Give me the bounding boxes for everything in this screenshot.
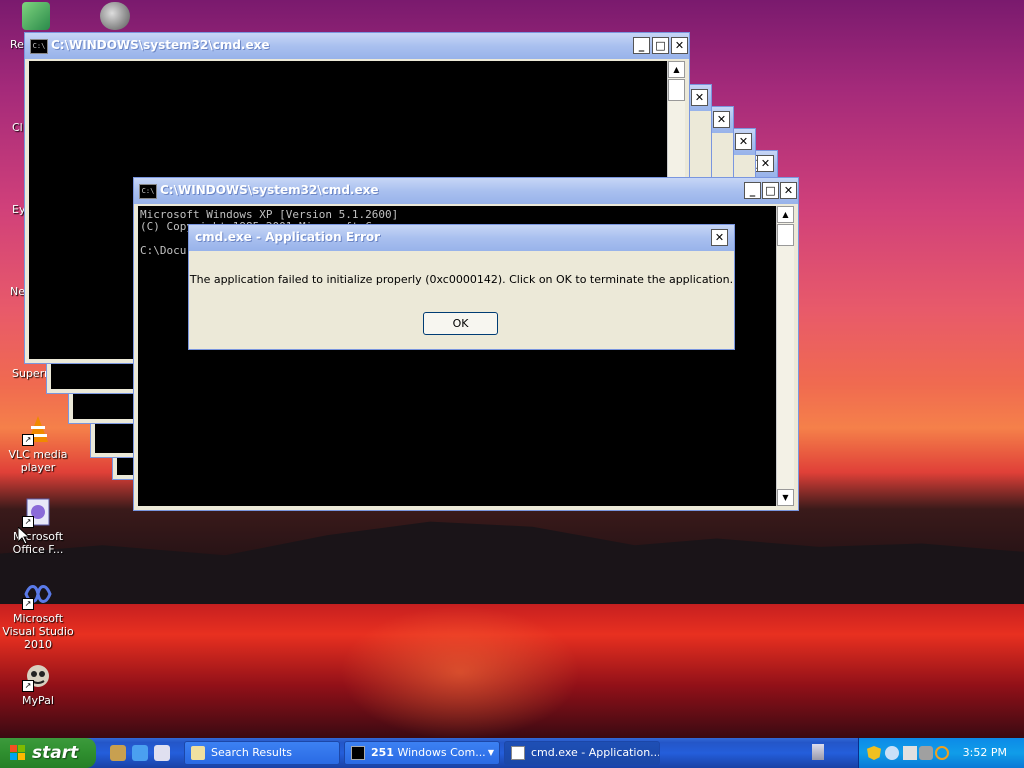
mypal-icon: ↗ [22, 660, 54, 692]
close-icon[interactable]: ✕ [780, 182, 797, 199]
taskbar-button-search-results[interactable]: Search Results [184, 741, 340, 765]
wallpaper-sun-reflection [340, 605, 580, 738]
desktop-icon-office[interactable]: ↗ Microsoft Office F... [0, 496, 76, 556]
security-shield-icon[interactable] [867, 746, 881, 760]
start-button[interactable]: start [0, 738, 96, 768]
windows-logo-icon [10, 745, 25, 760]
search-icon[interactable] [935, 746, 949, 760]
tray-app-icon[interactable] [919, 746, 933, 760]
tray-network-icon[interactable] [903, 746, 917, 760]
window-title: C:\WINDOWS\system32\cmd.exe [51, 38, 270, 52]
wallpaper-hills [0, 521, 1024, 604]
taskbar-button-cmd-error[interactable]: cmd.exe - Application... [504, 741, 660, 765]
close-icon[interactable]: ✕ [735, 133, 752, 150]
maximize-icon[interactable]: □ [762, 182, 779, 199]
shortcut-arrow-icon: ↗ [22, 598, 34, 610]
icon-label: MyPal [22, 694, 54, 707]
taskbar-button-windows-command[interactable]: 251 Windows Com... ▼ [344, 741, 500, 765]
network-icon[interactable] [812, 744, 824, 760]
folder-search-icon [191, 746, 205, 760]
application-error-dialog[interactable]: cmd.exe - Application Error ✕ The applic… [188, 224, 735, 350]
dialog-title-bar[interactable]: cmd.exe - Application Error [189, 225, 734, 251]
title-bar[interactable]: C:\ C:\WINDOWS\system32\cmd.exe [25, 33, 689, 59]
maximize-icon[interactable]: □ [652, 37, 669, 54]
close-icon[interactable]: ✕ [713, 111, 730, 128]
close-icon[interactable]: ✕ [671, 37, 688, 54]
desktop-icon-vlc[interactable]: ↗ VLC media player [0, 414, 76, 474]
taskbar: start Search Results 251 Windows Com... … [0, 738, 1024, 768]
mouse-cursor-icon [18, 527, 30, 545]
scroll-up-icon[interactable]: ▲ [668, 61, 685, 78]
recycle-bin-icon[interactable] [22, 2, 50, 30]
tray-app-icon[interactable] [885, 746, 899, 760]
quicklaunch-ie-icon[interactable] [132, 745, 148, 761]
window-title: C:\WINDOWS\system32\cmd.exe [160, 183, 379, 197]
scroll-down-icon[interactable]: ▼ [777, 489, 794, 506]
icon-label: VLC media player [8, 448, 68, 474]
icon-label: Microsoft Office F... [12, 530, 64, 556]
scroll-up-icon[interactable]: ▲ [777, 206, 794, 223]
vlc-icon: ↗ [22, 414, 54, 446]
shortcut-arrow-icon: ↗ [22, 434, 34, 446]
taskbar-group-count: 251 [371, 746, 394, 759]
close-icon[interactable]: ✕ [757, 155, 774, 172]
partial-icon-label[interactable]: Ne [10, 285, 25, 298]
start-label: start [32, 743, 79, 763]
scroll-thumb[interactable] [777, 224, 794, 246]
dialog-message: The application failed to initialize pro… [189, 273, 734, 286]
vertical-scrollbar[interactable]: ▲ ▼ [776, 206, 794, 506]
desktop-icon-mypal[interactable]: ↗ MyPal [0, 660, 76, 707]
desktop-icon-visual-studio[interactable]: ↗ Microsoft Visual Studio 2010 [0, 578, 76, 651]
partial-icon-label[interactable]: Superr [12, 367, 49, 380]
dialog-title: cmd.exe - Application Error [195, 230, 381, 244]
partial-icon-label[interactable]: Cl [12, 121, 23, 134]
office-icon: ↗ [22, 496, 54, 528]
system-tray: 3:52 PM [858, 738, 1024, 768]
cmd-icon [351, 746, 365, 760]
media-icon[interactable] [100, 2, 130, 30]
quicklaunch-messenger-icon[interactable] [110, 745, 126, 761]
close-icon[interactable]: ✕ [711, 229, 728, 246]
partial-icon-label[interactable]: Re [10, 38, 24, 51]
taskbar-button-label: Windows Com... [397, 746, 486, 759]
window-icon [511, 746, 525, 760]
minimize-icon[interactable]: _ [633, 37, 650, 54]
cmd-icon: C:\ [30, 39, 48, 54]
taskbar-button-label: cmd.exe - Application... [531, 746, 660, 759]
shortcut-arrow-icon: ↗ [22, 680, 34, 692]
icon-label: Microsoft Visual Studio 2010 [2, 612, 74, 651]
taskbar-button-label: Search Results [211, 746, 293, 759]
visual-studio-icon: ↗ [22, 578, 54, 610]
close-icon[interactable]: ✕ [691, 89, 708, 106]
cmd-icon: C:\ [139, 184, 157, 199]
clock[interactable]: 3:52 PM [963, 746, 1007, 759]
scroll-thumb[interactable] [668, 79, 685, 101]
ok-button[interactable]: OK [423, 312, 498, 335]
chevron-down-icon: ▼ [487, 748, 494, 757]
title-bar[interactable]: C:\ C:\WINDOWS\system32\cmd.exe [134, 178, 798, 204]
minimize-icon[interactable]: _ [744, 182, 761, 199]
quicklaunch-media-icon[interactable] [154, 745, 170, 761]
